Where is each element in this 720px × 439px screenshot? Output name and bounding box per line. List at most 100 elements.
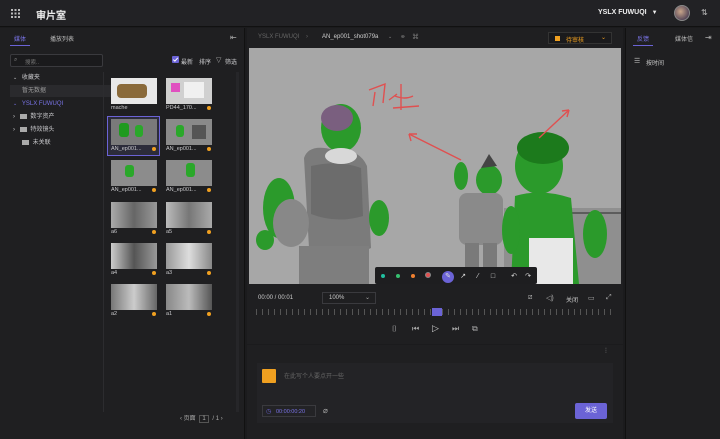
arrow-tool-icon[interactable]: ↗ [457,271,469,283]
thumb-an-ep001-a[interactable] [111,119,157,145]
sort-by-time[interactable]: 按时间 [646,58,664,67]
color-red-swatch[interactable] [422,271,434,283]
prev-page-icon[interactable]: ‹ [180,416,182,422]
avatar[interactable] [674,5,690,21]
pin-icon[interactable]: ⫶ [605,348,607,356]
thumb-a1[interactable] [166,284,212,310]
timestamp-toggle[interactable]: ◷ 00:00:00:20 [262,405,316,417]
status-dot [207,147,211,151]
scene-illustration [249,48,621,284]
thumb-label: AN_ep001... [166,146,197,152]
thumb-label: a4 [111,270,118,276]
review-image[interactable] [249,48,621,284]
media-grid: mache PD44_170... AN_ep001... AN_ep001..… [106,72,234,412]
status-dot [152,271,156,275]
playhead[interactable] [432,308,442,316]
thumb-a3[interactable] [166,243,212,269]
top-bar: 审片室 YSLX FUWUQI ▼ ⇅ [0,0,720,27]
chevron-down-icon: ⌄ [601,35,607,41]
line-tool-icon[interactable]: ⁄ [472,271,484,283]
thumb-an-ep001-b[interactable] [166,119,212,145]
next-page-icon[interactable]: › [221,416,223,422]
thumb-label: mache [111,105,128,111]
sort-lines-icon: ☰ [634,58,641,65]
close-label[interactable]: 关闭 [566,295,578,304]
status-dot [207,188,211,192]
chevron-down-icon: ⌄ [365,295,371,301]
zoom-select[interactable]: 100% ⌄ [322,292,376,304]
rect-tool-icon[interactable]: □ [487,271,499,283]
undo-icon[interactable]: ↶ [508,271,520,283]
search-icon: ⌕ [14,57,18,63]
chevron-down-icon: ⌄ [13,101,18,107]
app-grid-icon[interactable] [11,9,20,18]
color-orange-swatch[interactable] [407,271,419,283]
volume-icon[interactable]: ◁) [546,294,554,302]
filter-button[interactable]: 筛选 [225,57,237,66]
user-menu[interactable]: YSLX FUWUQI ▼ [598,9,658,16]
timeline[interactable] [256,308,616,316]
filter-icon[interactable]: ▽ [216,56,221,64]
tree-vfx-shots[interactable]: › 特效镜头 [10,124,113,136]
file-dropdown-icon[interactable]: ⌄ [388,34,392,40]
comment-input[interactable]: 在此写个人要点开一些 [284,371,344,380]
folder-icon [19,126,27,132]
pen-tool-icon[interactable]: ✎ [442,271,454,283]
page-input[interactable]: 1 [199,415,209,423]
status-square [555,36,560,41]
status-dropdown[interactable]: 待审核 ⌄ [548,32,612,44]
thumb-an-ep001-c[interactable] [111,160,157,186]
loop-icon[interactable]: ⧉ [472,324,478,334]
status-dot [207,312,211,316]
play-icon[interactable]: ▷ [432,323,439,334]
breadcrumb-root[interactable]: YSLX FUWUQI [258,34,299,40]
send-button[interactable]: 发送 [575,403,607,419]
thumb-a2[interactable] [111,284,157,310]
tab-playlist[interactable]: 播放列表 [50,34,74,43]
attachment-icon[interactable]: ⌀ [323,406,328,415]
settings-icon[interactable]: ⇅ [701,8,708,17]
status-dot [152,230,156,234]
latest-checkbox[interactable] [172,56,179,63]
thumb-label: a1 [166,311,173,317]
tab-media-info[interactable]: 媒体信 [675,34,693,43]
tab-media[interactable]: 媒体 [14,34,26,43]
status-dot [207,230,211,234]
tree-user[interactable]: ⌄ YSLX FUWUQI [10,98,113,110]
layout-icon[interactable]: ▭ [588,294,595,302]
expand-panel-icon[interactable]: ⇥ [705,33,712,42]
folder-icon [19,113,27,119]
thumb-mache[interactable] [111,78,157,104]
thumb-label: a2 [111,311,118,317]
tree-favorites[interactable]: ⌄ 收藏夹 [10,72,113,84]
thumb-an-ep001-d[interactable] [166,160,212,186]
collapse-panel-icon[interactable]: ⇤ [230,33,237,42]
link-icon[interactable]: ⚭ [400,33,406,41]
redo-icon[interactable]: ↷ [522,271,534,283]
tab-feedback[interactable]: 反馈 [637,34,649,43]
breadcrumb: YSLX FUWUQI › [258,34,313,40]
thumb-a4[interactable] [111,243,157,269]
status-dot [152,188,156,192]
sort-button[interactable]: 排序 [199,57,211,66]
prev-frame-icon[interactable]: ⏮ [412,324,419,334]
fullscreen-icon[interactable]: ⤢ [606,294,612,302]
timestamp-value: 00:00:00:20 [276,409,306,415]
thumb-a5[interactable] [166,202,212,228]
snapshot-icon[interactable]: ⌷ [392,324,397,334]
search-placeholder: 搜索.. [25,60,40,66]
tag-icon[interactable]: ⌘ [412,33,419,41]
thumb-a6[interactable] [111,202,157,228]
tab-feedback-underline [633,45,653,46]
color-green-swatch[interactable] [392,271,404,283]
chevron-down-icon: ⌄ [13,75,18,81]
thumb-pd44[interactable] [166,78,212,104]
tree-digital-assets[interactable]: › 数字资产 [10,111,113,123]
compare-icon[interactable]: ⧄ [528,294,532,302]
search-input[interactable]: ⌕ 搜索.. [10,54,103,67]
color-teal-swatch[interactable] [377,271,389,283]
next-frame-icon[interactable]: ⏭ [452,324,459,334]
tree-unlinked[interactable]: 未关联 [10,137,113,149]
grid-scrollbar[interactable] [236,72,239,412]
file-name: AN_ep001_shot079a [322,34,379,40]
